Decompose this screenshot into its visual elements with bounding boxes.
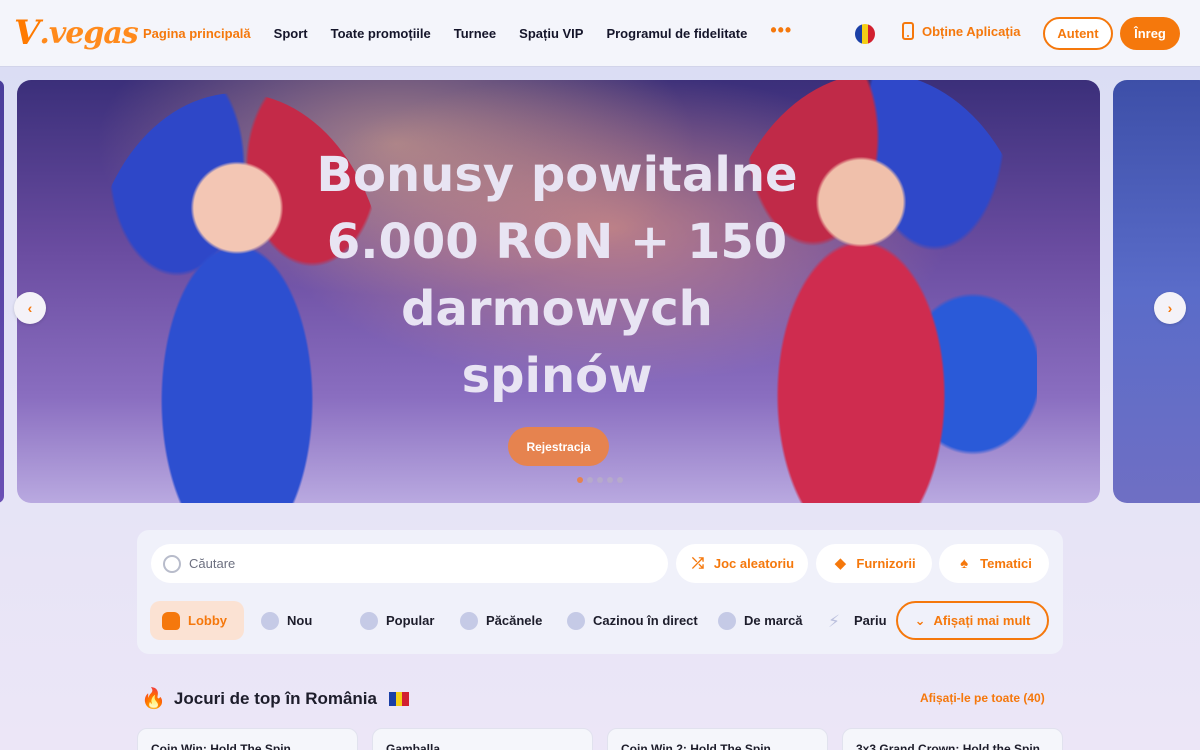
category-branded[interactable]: De marcă bbox=[718, 601, 803, 640]
providers-button[interactable]: ◆ Furnizorii bbox=[816, 544, 932, 583]
category-label: Lobby bbox=[188, 613, 227, 628]
section-heading: 🔥 Jocuri de top în România bbox=[141, 686, 410, 711]
search-box[interactable] bbox=[151, 544, 668, 583]
category-lobby[interactable]: Lobby bbox=[150, 601, 244, 640]
phone-icon bbox=[902, 22, 914, 40]
romania-flag-icon bbox=[389, 691, 410, 706]
category-label: Nou bbox=[287, 613, 313, 628]
nav-item-promotions[interactable]: Toate promoțiile bbox=[331, 26, 431, 41]
slide-dot[interactable] bbox=[587, 477, 593, 483]
section-title-text: Jocuri de top în România bbox=[173, 688, 377, 708]
promo-banner: Bonusy powitalne 6.000 RON + 150 darmowy… bbox=[17, 80, 1100, 503]
site-logo[interactable]: V .vegas bbox=[14, 12, 139, 54]
banner-title: Bonusy powitalne 6.000 RON + 150 darmowy… bbox=[307, 142, 807, 410]
category-popular[interactable]: Popular bbox=[360, 601, 434, 640]
live-chip-icon bbox=[567, 611, 585, 630]
next-slide-arrow-icon[interactable]: › bbox=[1154, 292, 1186, 324]
slot-machine-icon bbox=[460, 611, 478, 630]
get-app-label: Obține Aplicația bbox=[922, 23, 1021, 39]
register-button[interactable]: Înreg bbox=[1120, 17, 1180, 50]
banner-title-line: Bonusy powitalne bbox=[316, 147, 798, 203]
random-game-button[interactable]: ⤮ Joc aleatoriu bbox=[676, 544, 808, 583]
category-live-casino[interactable]: Cazinou în direct bbox=[567, 601, 698, 640]
main-nav: Pagina principală Sport Toate promoțiile… bbox=[143, 0, 792, 66]
language-flag-icon[interactable] bbox=[855, 24, 875, 44]
banner-title-line: spinów bbox=[461, 348, 653, 404]
prev-slide-peek bbox=[0, 80, 4, 503]
category-label: Păcănele bbox=[486, 613, 543, 628]
more-menu-icon[interactable]: ••• bbox=[770, 20, 792, 41]
nav-item-loyalty[interactable]: Programul de fidelitate bbox=[606, 26, 747, 41]
slide-dot[interactable] bbox=[597, 477, 603, 483]
lobby-icon bbox=[162, 611, 180, 630]
game-card[interactable]: Coin Win: Hold The Spin bbox=[137, 728, 358, 750]
slide-indicators bbox=[577, 477, 623, 483]
see-all-link[interactable]: Afișați-le pe toate (40) bbox=[920, 691, 1045, 705]
category-label: Popular bbox=[386, 613, 435, 628]
search-icon bbox=[163, 554, 181, 573]
banner-title-line: 6.000 RON + 150 bbox=[326, 214, 788, 270]
slide-dot[interactable] bbox=[617, 477, 623, 483]
nav-item-vip[interactable]: Spațiu VIP bbox=[519, 26, 583, 41]
get-app-link[interactable]: Obține Aplicația bbox=[902, 22, 1020, 40]
themes-label: Tematici bbox=[980, 556, 1032, 571]
lightning-icon: ⚡ bbox=[828, 611, 840, 631]
category-new[interactable]: Nou bbox=[261, 601, 312, 640]
show-more-label: Afișați mai mult bbox=[933, 613, 1031, 628]
providers-label: Furnizorii bbox=[856, 556, 916, 571]
nav-item-tournaments[interactable]: Turnee bbox=[454, 26, 496, 41]
game-card[interactable]: Coin Win 2: Hold The Spin bbox=[607, 728, 828, 750]
shapes-icon: ♠ bbox=[960, 554, 969, 572]
heart-icon bbox=[360, 611, 378, 630]
login-button[interactable]: Autent bbox=[1043, 17, 1113, 50]
game-filter-panel: ⤮ Joc aleatoriu ◆ Furnizorii ♠ Tematici … bbox=[137, 530, 1063, 654]
fire-icon: 🔥 bbox=[141, 688, 166, 710]
slide-dot[interactable] bbox=[577, 477, 583, 483]
shuffle-icon: ⤮ bbox=[691, 554, 704, 572]
new-badge-icon bbox=[261, 611, 279, 630]
prev-slide-arrow-icon[interactable]: ‹ bbox=[14, 292, 46, 324]
search-input[interactable] bbox=[189, 556, 629, 571]
game-card[interactable]: Gamballa bbox=[372, 728, 593, 750]
nav-item-home[interactable]: Pagina principală bbox=[143, 26, 251, 41]
chevron-down-icon: ⌄ bbox=[914, 612, 926, 628]
category-label: Pariu bbox=[854, 613, 887, 628]
show-more-button[interactable]: ⌄ Afișați mai mult bbox=[896, 601, 1049, 640]
themes-button[interactable]: ♠ Tematici bbox=[939, 544, 1049, 583]
top-header: V .vegas Pagina principală Sport Toate pr… bbox=[0, 0, 1200, 66]
category-slots[interactable]: Păcănele bbox=[460, 601, 542, 640]
random-game-label: Joc aleatoriu bbox=[713, 556, 795, 571]
palette-icon bbox=[718, 611, 736, 630]
banner-title-line: darmowych bbox=[401, 281, 713, 337]
next-slide-peek bbox=[1113, 80, 1200, 503]
cube-icon: ◆ bbox=[834, 554, 847, 572]
banner-register-button[interactable]: Rejestracja bbox=[508, 427, 609, 466]
category-label: Cazinou în direct bbox=[593, 613, 698, 628]
nav-item-sport[interactable]: Sport bbox=[274, 26, 308, 41]
category-label: De marcă bbox=[744, 613, 803, 628]
slide-dot[interactable] bbox=[607, 477, 613, 483]
game-card[interactable]: 3x3 Grand Crown: Hold the Spin bbox=[842, 728, 1063, 750]
category-bets[interactable]: ⚡ Pariu bbox=[828, 601, 887, 640]
